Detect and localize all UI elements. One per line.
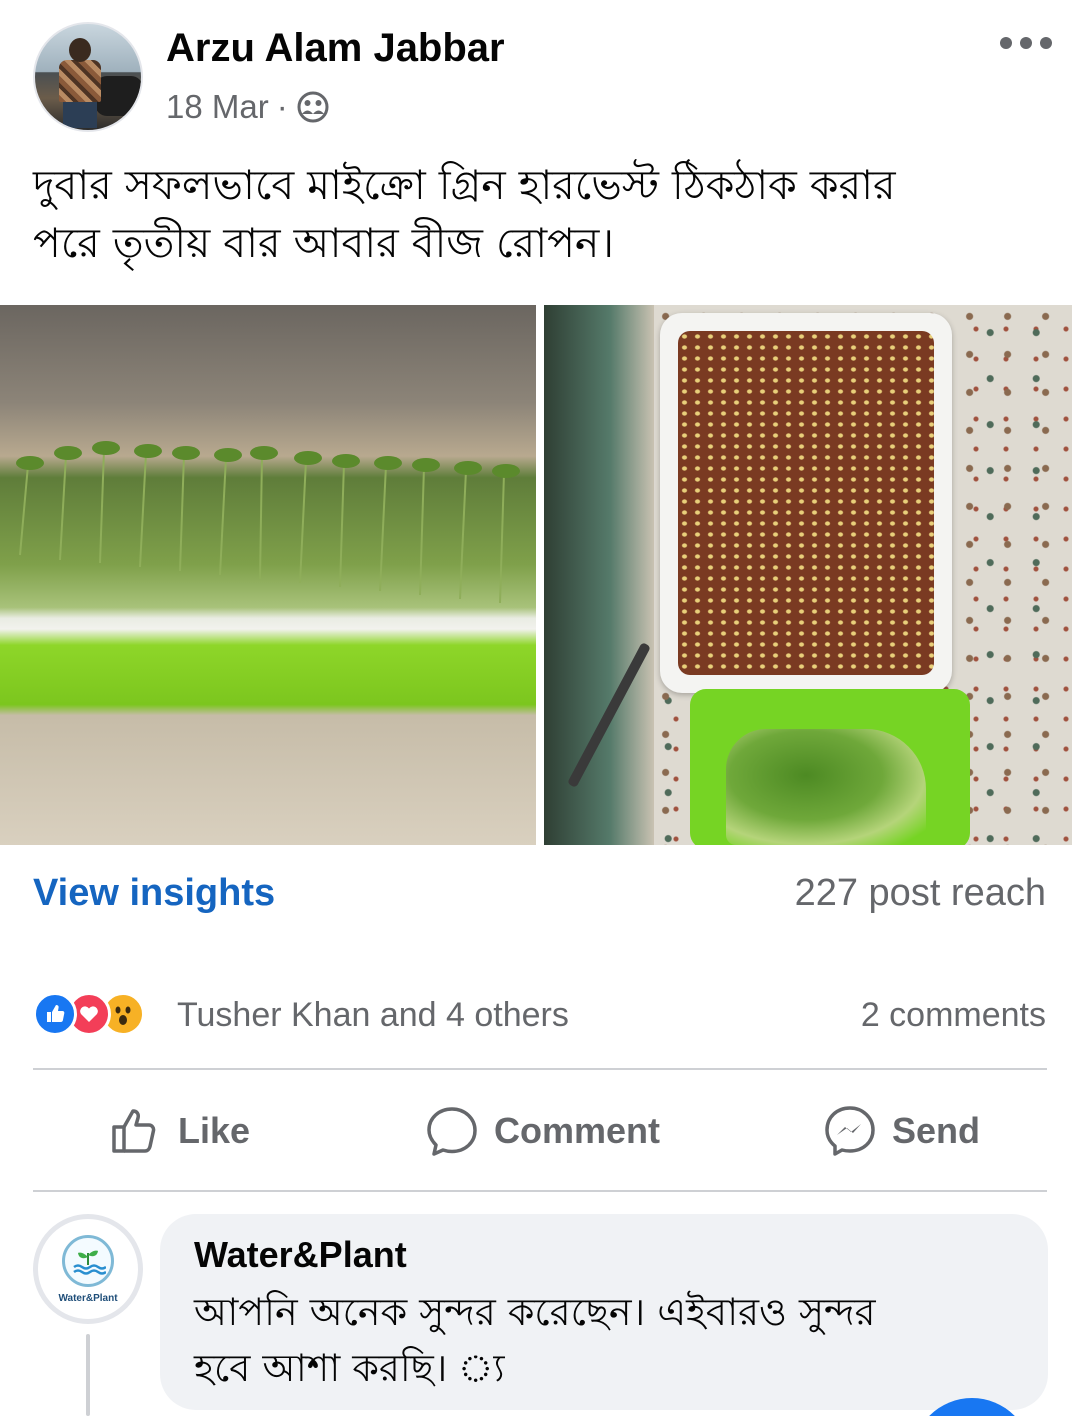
more-dot xyxy=(1020,37,1032,49)
divider xyxy=(33,1068,1047,1070)
wall-edge xyxy=(544,305,654,845)
comment-icon xyxy=(427,1107,477,1156)
post-text-line: দুবার সফলভাবে মাইক্রো গ্রিন হারভেস্ট ঠিক… xyxy=(33,161,896,209)
more-dots-icon[interactable] xyxy=(1000,32,1052,54)
sprouts-illustration xyxy=(16,441,520,604)
view-insights-link[interactable]: View insights xyxy=(33,872,275,915)
commenter-avatar[interactable]: Water&Plant xyxy=(33,1214,143,1324)
avatar-figure-body xyxy=(59,60,101,102)
water-plant-logo-icon xyxy=(62,1234,114,1287)
friends-icon xyxy=(297,91,329,123)
divider xyxy=(33,1190,1047,1192)
meta-separator: · xyxy=(276,88,288,125)
seeds-bed xyxy=(678,331,934,675)
like-label: Like xyxy=(178,1110,251,1151)
send-button[interactable]: Send xyxy=(822,1100,980,1162)
comment-text: আপনি অনেক সুন্দর করেছেন। এইবারও সুন্দর হ… xyxy=(194,1284,1024,1396)
avatar-figure-legs xyxy=(63,98,97,128)
post-text: দুবার সফলভাবে মাইক্রো গ্রিন হারভেস্ট ঠিক… xyxy=(33,156,1043,272)
like-icon xyxy=(112,1109,156,1153)
more-dot xyxy=(1000,37,1012,49)
reaction-icons[interactable] xyxy=(33,992,145,1036)
like-button[interactable]: Like xyxy=(108,1100,250,1162)
harvested-greens xyxy=(726,729,926,845)
post-text-line: পরে তৃতীয় বার আবার বীজ রোপন। xyxy=(33,219,615,267)
comment-button[interactable]: Comment xyxy=(424,1100,660,1162)
comment-author[interactable]: Water&Plant xyxy=(194,1234,407,1276)
like-icon xyxy=(33,992,77,1036)
post-date[interactable]: 18 Mar xyxy=(166,88,269,126)
seed-tray-photo[interactable] xyxy=(544,305,1072,845)
avatar-bike xyxy=(95,76,141,116)
avatar-logo-text: Water&Plant xyxy=(58,1292,118,1304)
microgreens-tray-photo[interactable] xyxy=(0,305,536,845)
reaction-names[interactable]: Tusher Khan and 4 others xyxy=(177,996,569,1035)
post-meta: 18 Mar · xyxy=(166,88,330,126)
post-reach: 227 post reach xyxy=(794,872,1046,914)
messenger-icon xyxy=(825,1106,875,1156)
comment-text-line: হবে আশা করছি। ্য xyxy=(194,1346,505,1390)
comment-label: Comment xyxy=(494,1110,661,1151)
thread-line xyxy=(86,1334,90,1416)
comments-count[interactable]: 2 comments xyxy=(861,996,1046,1035)
more-dot xyxy=(1040,37,1052,49)
author-avatar[interactable] xyxy=(33,22,143,132)
avatar-figure-head xyxy=(69,38,91,62)
comment-text-line: আপনি অনেক সুন্দর করেছেন। এইবারও সুন্দর xyxy=(194,1290,876,1334)
author-name[interactable]: Arzu Alam Jabbar xyxy=(166,26,505,71)
send-label: Send xyxy=(892,1110,981,1151)
